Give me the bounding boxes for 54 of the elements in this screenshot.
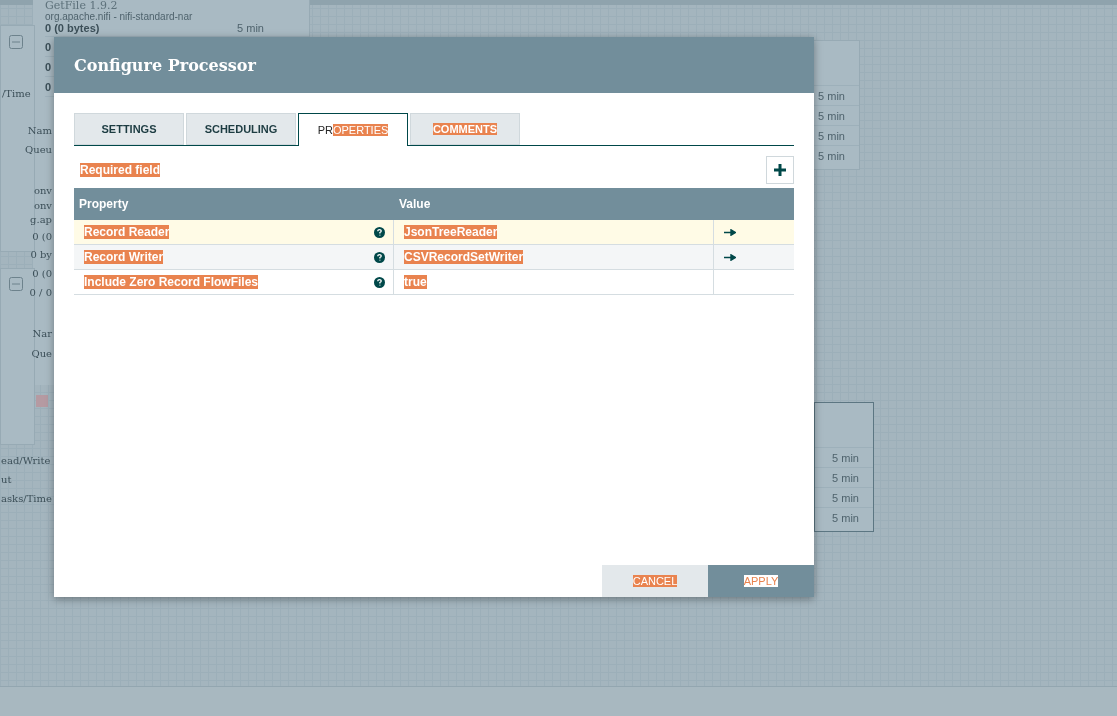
- property-name: Include Zero Record FlowFiles: [84, 275, 259, 289]
- column-header: Value: [398, 197, 432, 211]
- add-property-button[interactable]: [766, 156, 794, 184]
- canvas-label: 0 (0: [32, 230, 52, 243]
- canvas-label: Que: [31, 347, 52, 360]
- help-icon[interactable]: [374, 276, 385, 288]
- processor-name: GetFile 1.9.2: [45, 1, 119, 11]
- stop-icon: [36, 395, 48, 407]
- tab[interactable]: SETTINGS: [74, 113, 184, 145]
- canvas-label: /Time: [2, 87, 31, 100]
- help-icon[interactable]: [374, 226, 385, 238]
- stat-time: 5 min: [818, 89, 845, 102]
- stat-time: 5 min: [832, 471, 859, 484]
- plus-icon: [774, 164, 786, 176]
- property-row[interactable]: Record Writer CSVRecordSetWriter: [74, 245, 794, 270]
- stat-time: 5 min: [818, 149, 845, 162]
- column-header: Property: [78, 197, 130, 211]
- canvas-label: onv: [33, 184, 52, 197]
- arrow-right-icon[interactable]: [724, 253, 736, 261]
- dialog-title: Configure Processor: [74, 55, 256, 75]
- canvas-label: g.ap: [30, 213, 52, 226]
- tab[interactable]: SCHEDULING: [186, 113, 296, 145]
- stat-time: 5 min: [818, 129, 845, 142]
- property-value: true: [404, 275, 427, 289]
- apply-button[interactable]: APPLY: [708, 565, 814, 597]
- cancel-button[interactable]: CANCEL: [602, 565, 708, 597]
- canvas-label: ut: [1, 473, 12, 486]
- stat-time: 5 min: [832, 451, 859, 464]
- processor-bundle: org.apache.nifi - nifi-standard-nar: [45, 11, 194, 22]
- tab[interactable]: PROPERTIES: [298, 113, 408, 146]
- canvas-label: 0 (0: [32, 267, 52, 280]
- stat-time: 5 min: [237, 22, 264, 34]
- property-value: CSVRecordSetWriter: [404, 250, 524, 264]
- canvas-label: ead/Write: [1, 454, 51, 467]
- canvas-label: Nar: [32, 327, 52, 340]
- stat-value: 0: [45, 80, 52, 93]
- property-row[interactable]: Include Zero Record FlowFiles true: [74, 270, 794, 295]
- canvas-label: onv: [33, 199, 52, 212]
- help-icon[interactable]: [374, 251, 385, 263]
- required-note: Required field: [80, 163, 160, 177]
- stat-value: 0: [45, 40, 52, 53]
- arrow-right-icon[interactable]: [724, 228, 736, 236]
- stat-time: 5 min: [832, 511, 859, 524]
- stat-time: 5 min: [832, 491, 859, 504]
- tab[interactable]: COMMENTS: [410, 113, 520, 145]
- canvas-label: asks/Time: [1, 492, 52, 505]
- stat-value: 0: [45, 60, 52, 73]
- stat-value: 0 (0 bytes): [45, 22, 100, 34]
- canvas-label: Queu: [25, 143, 52, 156]
- canvas-label: Nam: [27, 124, 52, 137]
- stat-time: 5 min: [818, 109, 845, 122]
- canvas-label: 0 / 0: [29, 286, 52, 299]
- property-name: Record Writer: [84, 250, 164, 264]
- canvas-label: 0 by: [30, 248, 52, 261]
